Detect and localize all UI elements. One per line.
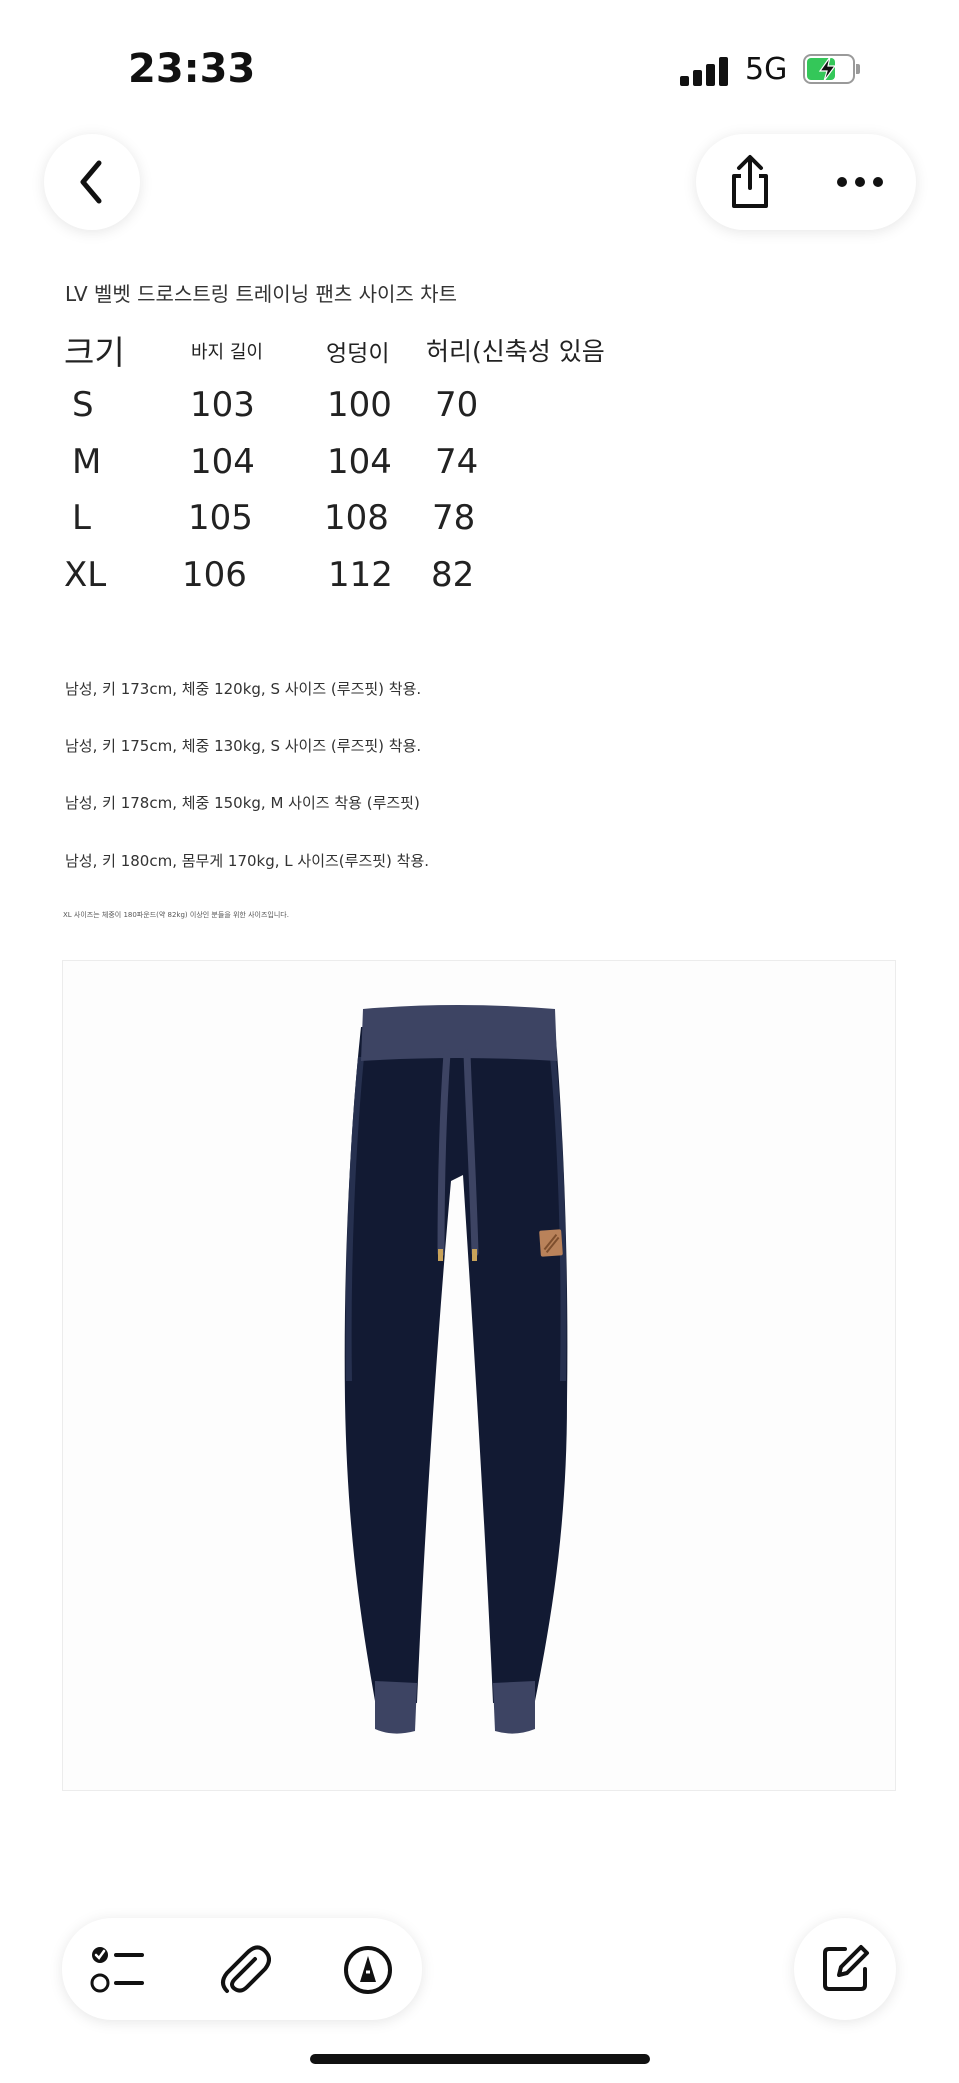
more-button[interactable] [826,148,894,216]
battery-icon [803,54,861,84]
cell-length: 105 [188,498,253,538]
cell-size: M [72,442,102,482]
checklist-button[interactable] [86,1938,150,2002]
cell-hip: 108 [324,498,389,538]
fit-note: 남성, 키 175cm, 체중 130kg, S 사이즈 (루즈핏) 착용. [65,737,422,755]
cell-waist: 82 [431,555,475,595]
cell-size: S [72,385,94,425]
product-photo [62,960,896,1791]
cell-size: XL [64,555,107,595]
cell-length: 104 [190,442,255,482]
cell-waist: 74 [435,442,479,482]
fit-note: 남성, 키 173cm, 체중 120kg, S 사이즈 (루즈핏) 착용. [65,680,422,698]
chevron-left-icon [80,160,102,204]
header-hip: 엉덩이 [326,341,390,367]
checklist-icon [90,1947,144,1993]
ellipsis-icon [837,177,883,187]
status-time: 23:33 [128,46,256,92]
cell-waist: 70 [435,385,479,425]
cell-hip: 100 [327,385,392,425]
share-button[interactable] [716,148,784,216]
cell-hip: 104 [327,442,392,482]
cell-length: 106 [182,555,247,595]
network-label: 5G [745,52,788,87]
compose-button[interactable] [794,1918,896,2020]
cell-hip: 112 [328,555,393,595]
header-size: 크기 [64,333,125,372]
markup-button[interactable] [336,1938,400,2002]
compose-icon [823,1945,869,1991]
cell-waist: 78 [432,498,476,538]
fit-note: 남성, 키 180cm, 몸무게 170kg, L 사이즈(루즈핏) 착용. [65,852,430,870]
bottom-toolbar [62,1918,422,2020]
fine-print: XL 사이즈는 체중이 180파운드(약 82kg) 이상인 분들을 위한 사이… [63,911,289,919]
fit-note: 남성, 키 178cm, 체중 150kg, M 사이즈 착용 (루즈핏) [65,794,420,812]
header-length: 바지 길이 [191,342,263,363]
attach-button[interactable] [212,1938,276,2002]
cell-length: 103 [190,385,255,425]
document-title: LV 벨벳 드로스트링 트레이닝 팬츠 사이즈 차트 [65,282,457,306]
top-actions-pill [696,134,916,230]
markup-icon [344,1946,392,1994]
back-button[interactable] [44,134,140,230]
header-waist: 허리(신축성 있음 [426,337,605,366]
signal-icon [680,56,730,86]
share-icon [732,155,768,208]
paperclip-icon [221,1945,271,1993]
home-indicator [310,2054,650,2064]
velvet-pants-image [344,1005,568,1734]
cell-size: L [72,498,91,538]
